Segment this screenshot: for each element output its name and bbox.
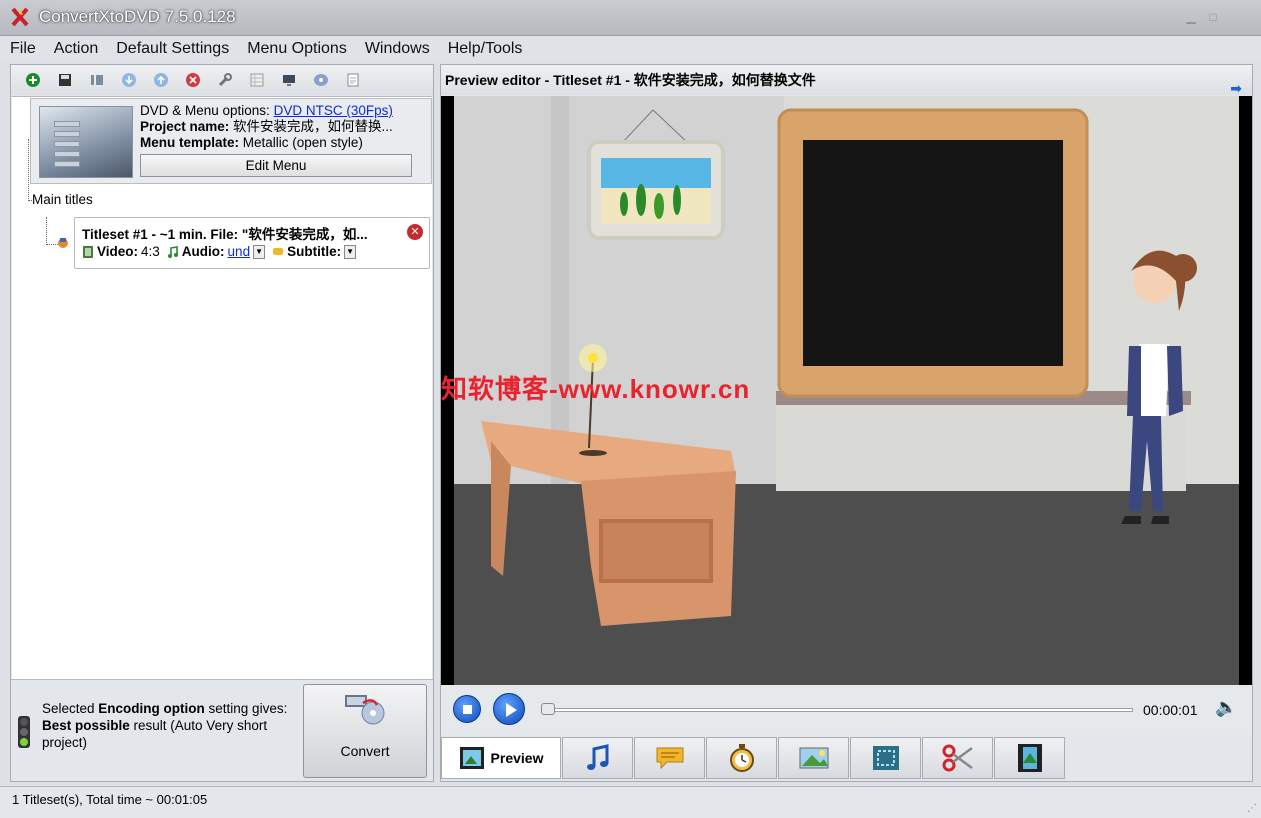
editor-tabs: Preview (441, 737, 1252, 781)
tab-crop[interactable] (850, 737, 921, 779)
encoding-text-end: setting gives: (204, 701, 288, 716)
remove-titleset-icon[interactable]: ✕ (407, 224, 423, 240)
encoding-text: Selected (42, 701, 99, 716)
picture-icon (799, 747, 828, 769)
menu-template-label: Menu template: (140, 135, 240, 150)
title-bar: ConvertXtoDVD 7.5.0.128 ▁ □ ✕ (0, 0, 1261, 36)
dvd-options-link[interactable]: DVD NTSC (30Fps) (274, 103, 393, 118)
player-controls: 00:00:01 🔈 (441, 685, 1252, 735)
window-controls: ▁ □ ✕ (1183, 10, 1247, 24)
subtitle-icon (273, 247, 284, 255)
subtitle-label: Subtitle: (287, 244, 342, 259)
menu-template-value: Metallic (open style) (242, 135, 363, 150)
watermark-text: 知软博客-www.knowr.cn (441, 374, 751, 404)
menu-help-tools[interactable]: Help/Tools (448, 40, 523, 58)
tab-cut[interactable] (922, 737, 993, 779)
subtitle-icon (656, 747, 683, 770)
film-icon (459, 747, 484, 769)
crop-icon (872, 746, 899, 770)
menu-default-settings[interactable]: Default Settings (116, 40, 229, 58)
titleset-node-icon (58, 238, 68, 248)
titleset-title: Titleset #1 - ~1 min. File: "软件安装完成，如... (82, 227, 368, 242)
subtitle-dropdown[interactable]: ▼ (344, 244, 357, 259)
move-up-icon[interactable] (147, 68, 175, 92)
menu-bar: File Action Default Settings Menu Option… (0, 36, 1261, 62)
encoding-option-label: Encoding option (98, 701, 205, 716)
audio-language-link[interactable]: und (228, 244, 251, 259)
project-pane: DVD & Menu options: DVD NTSC (30Fps) Pro… (10, 64, 434, 782)
tab-audio[interactable] (562, 737, 633, 779)
encoding-panel: Selected Encoding option setting gives: … (11, 679, 433, 781)
main-titles-node[interactable]: Main titles (32, 192, 93, 207)
elapsed-time: 00:00:01 (1143, 702, 1198, 718)
audio-label: Audio: (181, 244, 225, 259)
stop-button[interactable] (453, 695, 481, 723)
window-title: ConvertXtoDVD 7.5.0.128 (39, 7, 236, 26)
tab-chapters[interactable] (706, 737, 777, 779)
chapters-icon[interactable] (83, 68, 111, 92)
grid-icon[interactable] (243, 68, 271, 92)
tab-filmstrip[interactable] (994, 737, 1065, 779)
stopwatch-icon (729, 744, 754, 772)
tab-picture[interactable] (778, 737, 849, 779)
titleset-node[interactable]: Titleset #1 - ~1 min. File: "软件安装完成，如...… (74, 217, 430, 269)
traffic-light-icon (18, 716, 30, 748)
menu-windows[interactable]: Windows (365, 40, 430, 58)
app-logo-icon (11, 7, 29, 27)
menu-action[interactable]: Action (54, 40, 98, 58)
project-name-value: 软件安装完成，如何替换... (233, 119, 393, 134)
wrench-icon[interactable] (211, 68, 239, 92)
preview-header: Preview editor - Titleset #1 - 软件安装完成，如何… (441, 65, 1252, 96)
seek-slider[interactable] (541, 708, 1133, 712)
maximize-button[interactable]: □ (1205, 10, 1221, 24)
project-toolbar (11, 65, 433, 95)
monitor-icon[interactable] (275, 68, 303, 92)
scissors-icon (942, 744, 973, 772)
menu-file[interactable]: File (10, 40, 36, 58)
play-button[interactable] (493, 693, 525, 725)
status-text: 1 Titleset(s), Total time ~ 00:01:05 (12, 792, 208, 807)
project-name-label: Project name: (140, 119, 230, 134)
preview-pane: Preview editor - Titleset #1 - 软件安装完成，如何… (440, 64, 1253, 782)
convert-button[interactable]: Convert (303, 684, 427, 778)
convert-label: Convert (340, 743, 390, 759)
document-icon[interactable] (339, 68, 367, 92)
menu-thumbnail (39, 106, 133, 178)
music-icon (586, 744, 608, 770)
project-info: DVD & Menu options: DVD NTSC (30Fps) Pro… (140, 103, 393, 151)
tab-preview-label: Preview (490, 750, 544, 766)
audio-icon (167, 245, 178, 258)
film-strip-icon (1017, 744, 1042, 772)
save-icon[interactable] (51, 68, 79, 92)
remove-icon[interactable] (179, 68, 207, 92)
tab-preview[interactable]: Preview (441, 737, 561, 779)
encoding-quality: Best possible (42, 718, 130, 733)
titleset-properties: Video: 4:3 Audio: und ▼ Subtitle: ▼ (82, 244, 357, 259)
audio-dropdown[interactable]: ▼ (253, 244, 266, 259)
edit-menu-button[interactable]: Edit Menu (140, 154, 412, 177)
encoding-info: Selected Encoding option setting gives: … (42, 700, 302, 751)
project-node[interactable]: DVD & Menu options: DVD NTSC (30Fps) Pro… (30, 98, 432, 184)
close-button[interactable]: ✕ (1227, 10, 1247, 24)
video-aspect: 4:3 (141, 244, 160, 259)
menu-menu-options[interactable]: Menu Options (247, 40, 347, 58)
tab-subtitles[interactable] (634, 737, 705, 779)
video-preview[interactable]: 知软博客-www.knowr.cn (441, 96, 1252, 685)
convert-icon (345, 695, 385, 725)
volume-icon[interactable]: 🔈 (1215, 697, 1237, 718)
video-label: Video: (97, 244, 139, 259)
status-bar: 1 Titleset(s), Total time ~ 00:01:05 ⋰ (0, 786, 1261, 818)
project-tree: DVD & Menu options: DVD NTSC (30Fps) Pro… (12, 96, 432, 679)
resize-grip-icon[interactable]: ⋰ (1247, 803, 1257, 814)
disc-icon[interactable] (307, 68, 335, 92)
seek-knob[interactable] (541, 703, 555, 715)
minimize-button[interactable]: ▁ (1183, 10, 1199, 24)
add-icon[interactable] (19, 68, 47, 92)
preview-title: Preview editor - Titleset #1 - 软件安装完成，如何… (445, 72, 816, 88)
video-icon (83, 245, 93, 258)
move-down-icon[interactable] (115, 68, 143, 92)
dvd-options-label: DVD & Menu options: (140, 103, 270, 118)
